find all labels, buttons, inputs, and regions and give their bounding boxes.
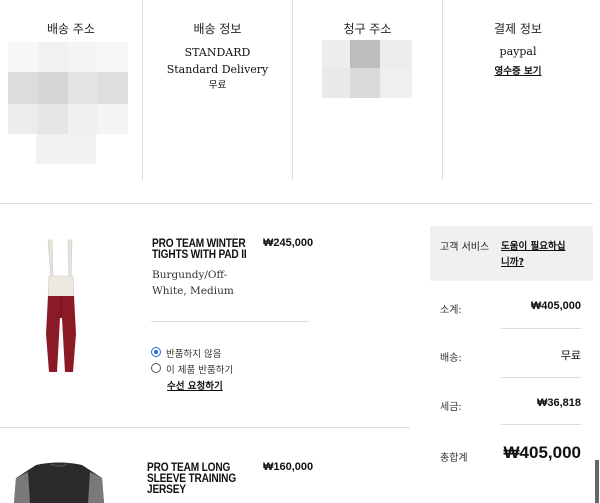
payment-info-title: 결제 정보 xyxy=(494,22,542,36)
help-link[interactable]: 도움이 필요하십 니까? xyxy=(501,239,566,271)
shipping-address-redacted xyxy=(8,42,128,164)
product-name-line2: TIGHTS WITH PAD II xyxy=(152,249,247,261)
billing-address-title: 청구 주소 xyxy=(343,22,392,36)
radio-return[interactable] xyxy=(151,363,161,373)
product-variant-line1: Burgundy/Off- xyxy=(152,269,228,281)
subtotal-value: ₩405,000 xyxy=(530,300,581,312)
shipping-info-title: 배송 정보 xyxy=(193,22,242,36)
billing-address-redacted xyxy=(322,40,412,98)
shipping-method: STANDARD xyxy=(184,46,251,59)
payment-method: paypal xyxy=(499,45,537,58)
product-price: ₩160,000 xyxy=(263,461,314,473)
subtotal-label: 소계: xyxy=(440,305,462,316)
product-price: ₩245,000 xyxy=(263,237,314,249)
total-label: 총합계 xyxy=(440,453,468,464)
request-repair-link[interactable]: 수선 요청하기 xyxy=(167,378,223,392)
product-image-jersey xyxy=(14,462,104,503)
shipping-description: Standard Delivery xyxy=(166,62,269,76)
help-link-line2: 니까? xyxy=(501,257,524,268)
help-link-line1: 도움이 필요하십 xyxy=(501,241,566,252)
product-variant-line2: White, Medium xyxy=(152,285,234,297)
shipping-value: 무료 xyxy=(560,349,581,362)
shipping-cost: 무료 xyxy=(208,80,227,91)
return-option-label: 반품하지 않음 xyxy=(166,349,222,360)
customer-service-label: 고객 서비스 xyxy=(440,242,490,253)
product-image-tights xyxy=(46,239,76,372)
tax-value: ₩36,818 xyxy=(536,397,581,409)
view-receipt-link[interactable]: 영수증 보기 xyxy=(494,66,541,77)
product-name-line3: JERSEY xyxy=(147,484,186,496)
total-value: ₩405,000 xyxy=(503,443,582,462)
shipping-label: 배송: xyxy=(440,353,462,364)
scrollbar-thumb[interactable] xyxy=(595,460,599,503)
radio-no-return[interactable] xyxy=(151,347,161,357)
tax-label: 세금: xyxy=(440,402,462,413)
shipping-address-title: 배송 주소 xyxy=(47,22,95,36)
return-option-label: 이 제품 반품하기 xyxy=(166,365,234,376)
